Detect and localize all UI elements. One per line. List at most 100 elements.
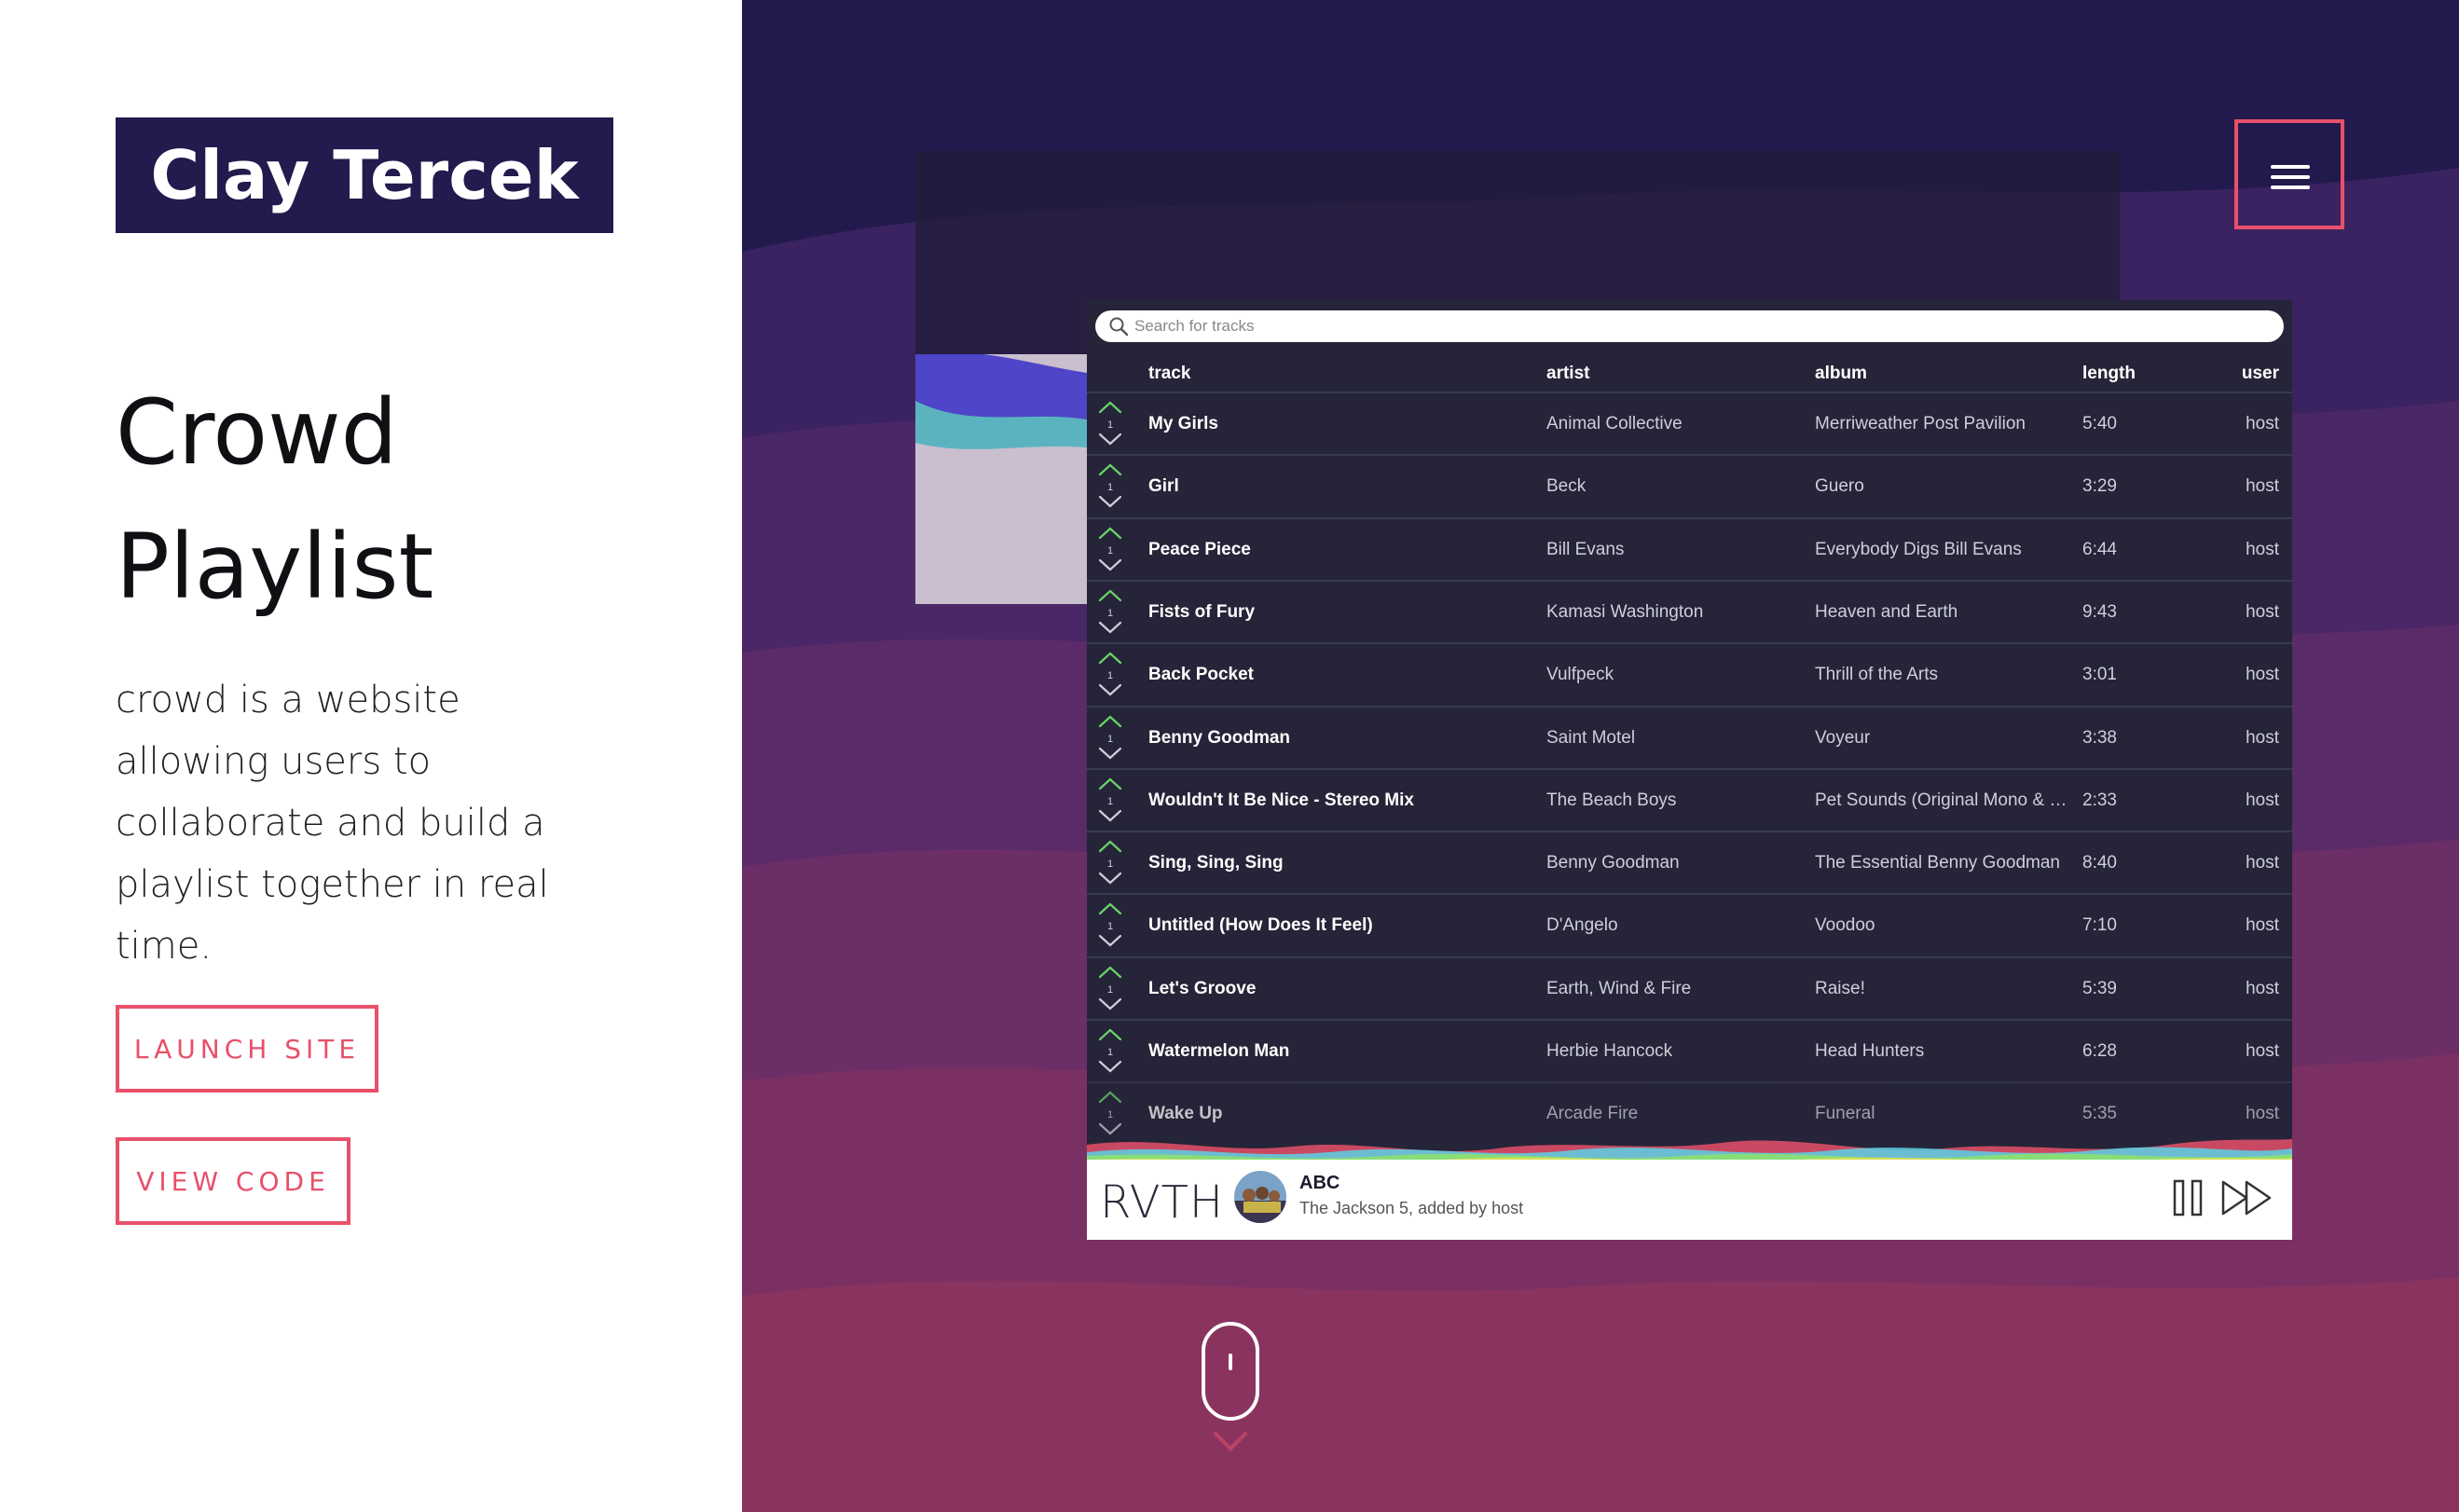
table-row[interactable]: 1 Watermelon Man Herbie Hancock Head Hunter… <box>1087 1019 2292 1081</box>
vote-count: 1 <box>1107 419 1113 431</box>
launch-site-button[interactable]: LAUNCH SITE <box>116 1005 378 1093</box>
column-header-user[interactable]: user <box>2242 364 2279 384</box>
column-header-album[interactable]: album <box>1815 364 1867 384</box>
chevron-up-icon[interactable] <box>1098 652 1122 665</box>
chevron-down-icon[interactable] <box>1098 747 1122 759</box>
track-album: Guero <box>1815 476 1864 497</box>
pause-icon[interactable] <box>2171 1178 2205 1217</box>
left-panel: Clay Tercek Crowd Playlist crowd is a we… <box>0 0 742 1512</box>
chevron-up-icon[interactable] <box>1098 715 1122 727</box>
track-album: Head Hunters <box>1815 1041 1925 1061</box>
chevron-down-icon[interactable] <box>1098 1060 1122 1073</box>
track-length: 6:28 <box>2082 1041 2117 1061</box>
vote-control: 1 <box>1098 527 1122 571</box>
chevron-down-icon[interactable] <box>1098 935 1122 947</box>
app-window: track artist album length user 1 My Girls… <box>1087 300 2292 1240</box>
track-user: host <box>2246 978 2279 998</box>
vote-count: 1 <box>1107 1047 1113 1058</box>
track-length: 8:40 <box>2082 853 2117 873</box>
track-artist: Arcade Fire <box>1546 1104 1639 1124</box>
track-artist: Animal Collective <box>1546 414 1683 433</box>
chevron-up-icon[interactable] <box>1098 401 1122 414</box>
chevron-up-icon[interactable] <box>1098 777 1122 790</box>
table-row[interactable]: 1 Fists of Fury Kamasi Washington Heaven an… <box>1087 579 2292 642</box>
menu-button[interactable] <box>2234 119 2344 229</box>
track-album: Voyeur <box>1815 727 1871 748</box>
track-album: Raise! <box>1815 978 1865 998</box>
project-title-line1: Crowd <box>116 380 398 485</box>
vote-control: 1 <box>1098 463 1122 508</box>
track-user: host <box>2246 915 2279 936</box>
chevron-down-icon[interactable] <box>1098 809 1122 822</box>
track-name: Wouldn't It Be Nice - Stereo Mix <box>1148 790 1414 810</box>
track-user: host <box>2246 476 2279 497</box>
chevron-down-icon[interactable] <box>1098 997 1122 1010</box>
vote-control: 1 <box>1098 652 1122 696</box>
column-header-track[interactable]: track <box>1148 364 1190 384</box>
column-header-artist[interactable]: artist <box>1546 364 1589 384</box>
chevron-down-icon[interactable] <box>1098 496 1122 508</box>
chevron-down-icon[interactable] <box>1098 872 1122 885</box>
chevron-up-icon[interactable] <box>1098 840 1122 853</box>
track-artist: The Beach Boys <box>1546 790 1677 810</box>
track-artist: Bill Evans <box>1546 539 1625 559</box>
vote-count: 1 <box>1107 921 1113 932</box>
chevron-up-icon[interactable] <box>1098 527 1122 539</box>
chevron-up-icon[interactable] <box>1098 902 1122 915</box>
hamburger-icon-bar-bottom <box>2271 186 2310 189</box>
mouse-scroll-icon[interactable] <box>1202 1322 1261 1456</box>
chevron-down-icon[interactable] <box>1098 433 1122 446</box>
chevron-down-icon[interactable] <box>1098 558 1122 571</box>
track-name: Back Pocket <box>1148 665 1255 685</box>
table-row[interactable]: 1 Let's Groove Earth, Wind & Fire Raise! 5:3… <box>1087 955 2292 1019</box>
table-row[interactable]: 1 Wouldn't It Be Nice - Stereo Mix The Bea… <box>1087 767 2292 831</box>
track-user: host <box>2246 1041 2279 1061</box>
table-row[interactable]: 1 Benny Goodman Saint Motel Voyeur 3:38 host <box>1087 705 2292 768</box>
table-row[interactable]: 1 Back Pocket Vulfpeck Thrill of the Arts 3:… <box>1087 642 2292 705</box>
track-length: 3:01 <box>2082 665 2117 685</box>
track-length: 9:43 <box>2082 601 2117 622</box>
track-name: My Girls <box>1148 414 1218 433</box>
vote-count: 1 <box>1107 482 1113 493</box>
column-header-length[interactable]: length <box>2082 364 2136 384</box>
table-row[interactable]: 1 Peace Piece Bill Evans Everybody Digs Bil… <box>1087 516 2292 580</box>
search-bar[interactable] <box>1095 310 2284 342</box>
search-input[interactable] <box>1134 317 2253 336</box>
track-user: host <box>2246 539 2279 559</box>
track-name: Benny Goodman <box>1148 727 1291 748</box>
chevron-down-icon[interactable] <box>1098 621 1122 634</box>
track-name: Fists of Fury <box>1148 601 1256 622</box>
site-logo[interactable]: Clay Tercek <box>116 117 613 233</box>
chevron-down-icon[interactable] <box>1098 684 1122 696</box>
track-length: 7:10 <box>2082 915 2117 936</box>
back-art-waves <box>915 354 1087 604</box>
track-album: Heaven and Earth <box>1815 601 1958 622</box>
chevron-up-icon[interactable] <box>1098 589 1122 601</box>
track-name: Sing, Sing, Sing <box>1148 853 1284 873</box>
chevron-up-icon[interactable] <box>1098 1028 1122 1041</box>
table-row[interactable]: 1 Untitled (How Does It Feel) D'Angelo Vood… <box>1087 893 2292 955</box>
track-user: host <box>2246 601 2279 622</box>
track-name: Wake Up <box>1148 1104 1223 1124</box>
chevron-up-icon[interactable] <box>1098 1091 1122 1104</box>
now-playing-title: ABC <box>1299 1173 1340 1193</box>
track-name: Watermelon Man <box>1148 1041 1290 1061</box>
chevron-up-icon[interactable] <box>1098 463 1122 476</box>
chevron-up-icon[interactable] <box>1098 966 1122 978</box>
track-album: Merriweather Post Pavilion <box>1815 414 2026 433</box>
player-brand: RVTH <box>1100 1176 1224 1229</box>
vote-count: 1 <box>1107 984 1113 996</box>
now-playing-meta: The Jackson 5, added by host <box>1299 1199 1524 1217</box>
table-row[interactable]: 1 My Girls Animal Collective Merriweather P… <box>1087 392 2292 454</box>
view-code-button[interactable]: VIEW CODE <box>116 1137 350 1225</box>
track-user: host <box>2246 790 2279 810</box>
vote-control: 1 <box>1098 1028 1122 1073</box>
skip-forward-icon[interactable] <box>2220 1178 2276 1217</box>
vote-count: 1 <box>1107 859 1113 870</box>
track-user: host <box>2246 853 2279 873</box>
table-row[interactable]: 1 Girl Beck Guero 3:29 host <box>1087 454 2292 516</box>
screenshot-back-art <box>915 354 1087 604</box>
table-row[interactable]: 1 Sing, Sing, Sing Benny Goodman The Essent… <box>1087 831 2292 893</box>
vote-count: 1 <box>1107 670 1113 681</box>
track-user: host <box>2246 1104 2279 1124</box>
